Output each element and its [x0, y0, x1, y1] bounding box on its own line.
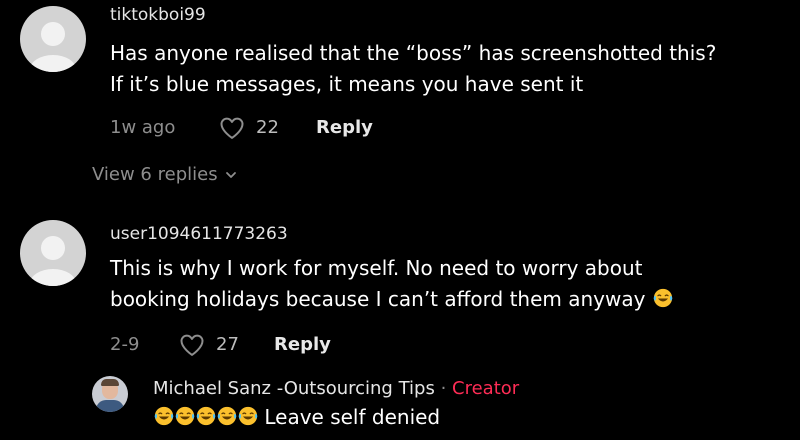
avatar-placeholder-body	[29, 54, 77, 72]
reply-username[interactable]: Michael Sanz -Outsourcing Tips	[153, 378, 435, 399]
reply-text-content: Leave self denied	[264, 405, 441, 429]
avatar[interactable]	[20, 6, 86, 72]
avatar-placeholder-body	[29, 268, 77, 286]
comment-text-line-content: booking holidays because I can’t afford …	[110, 287, 646, 311]
view-replies-button[interactable]: View 6 replies	[92, 162, 238, 188]
heart-icon[interactable]	[178, 331, 206, 359]
chevron-down-icon	[225, 172, 236, 178]
emoji-row	[153, 405, 258, 429]
comment-meta: 1w ago 22 Reply	[110, 112, 410, 144]
comment-text-line: Has anyone realised that the “boss” has …	[110, 41, 717, 65]
like-count: 27	[216, 334, 239, 355]
reply-header: Michael Sanz -Outsourcing Tips · Creator	[153, 378, 519, 400]
creator-avatar[interactable]	[92, 376, 128, 412]
creator-reply: Michael Sanz -Outsourcing Tips · Creator…	[153, 378, 519, 433]
laughing-tears-emoji-icon	[238, 406, 258, 426]
laughing-tears-emoji-icon	[653, 288, 673, 308]
comment-meta: 2-9 27 Reply	[110, 329, 410, 361]
reply-button[interactable]: Reply	[274, 329, 331, 361]
comment-timestamp: 1w ago	[110, 117, 176, 138]
comment-text-line: This is why I work for myself. No need t…	[110, 256, 643, 280]
separator-dot: ·	[434, 378, 453, 399]
reply-button[interactable]: Reply	[316, 112, 373, 144]
laughing-tears-emoji-icon	[154, 406, 174, 426]
laughing-tears-emoji-icon	[196, 406, 216, 426]
comment: tiktokboi99 Has anyone realised that the…	[110, 4, 716, 144]
comment-text-line: If it’s blue messages, it means you have…	[110, 72, 584, 96]
comment-text-line: booking holidays because I can’t afford …	[110, 284, 674, 315]
heart-icon[interactable]	[218, 114, 246, 142]
comment: user1094611773263 This is why I work for…	[110, 223, 674, 361]
avatar-body	[96, 400, 124, 412]
comment-timestamp: 2-9	[110, 334, 140, 355]
creator-badge: Creator	[452, 378, 520, 399]
avatar[interactable]	[20, 220, 86, 286]
comment-username[interactable]: tiktokboi99	[110, 4, 716, 26]
reply-text: Leave self denied	[153, 402, 519, 433]
laughing-tears-emoji-icon	[217, 406, 237, 426]
laughing-tears-emoji-icon	[175, 406, 195, 426]
avatar-placeholder-head	[41, 235, 65, 260]
avatar-hair	[101, 379, 119, 386]
view-replies-label: View 6 replies	[92, 164, 218, 185]
avatar-placeholder-head	[41, 21, 65, 46]
comment-username[interactable]: user1094611773263	[110, 223, 674, 245]
like-count: 22	[256, 117, 279, 138]
